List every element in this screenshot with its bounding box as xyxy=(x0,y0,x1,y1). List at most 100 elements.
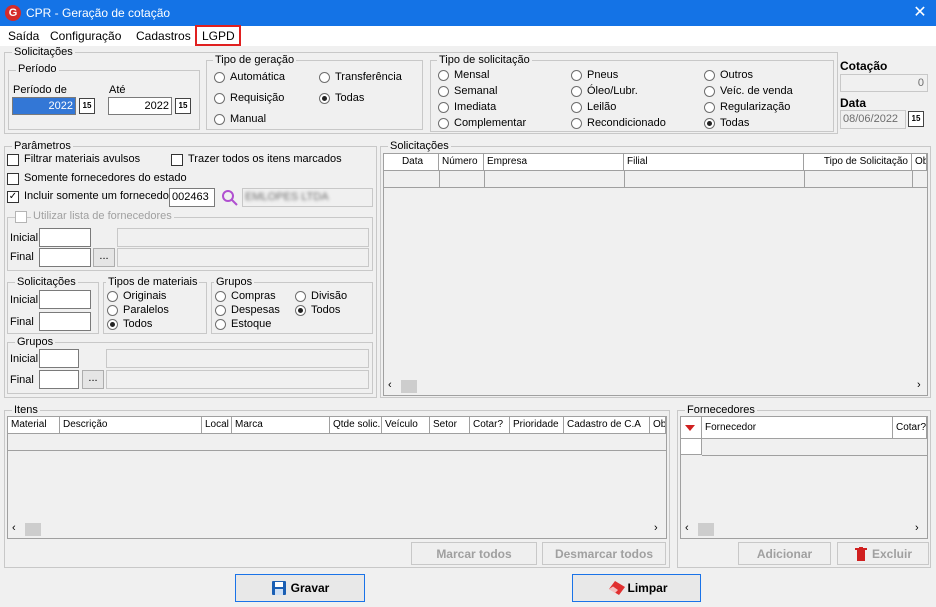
radio-recondicionado[interactable] xyxy=(571,118,582,129)
radio-leilao[interactable] xyxy=(571,102,582,113)
filtrar-avulsos-checkbox[interactable] xyxy=(7,154,19,166)
col-cotar-forn[interactable]: Cotar? xyxy=(893,417,927,439)
itens-hscrollbar[interactable]: ‹ › xyxy=(8,521,666,538)
itens-table[interactable]: Material Descrição Local Marca Qtde soli… xyxy=(7,416,667,539)
incluir-fornecedor-checkbox[interactable]: ✓ xyxy=(7,191,19,203)
menu-saida[interactable]: Saída xyxy=(8,29,39,43)
col-tipo-solicitacao[interactable]: Tipo de Solicitação xyxy=(804,154,912,171)
col-local[interactable]: Local xyxy=(202,417,232,434)
radio-regularizacao[interactable] xyxy=(704,102,715,113)
radio-todas-solicitacao[interactable] xyxy=(704,118,715,129)
save-icon xyxy=(272,581,286,595)
radio-todas-geracao[interactable] xyxy=(319,93,330,104)
col-marca[interactable]: Marca xyxy=(232,417,330,434)
requisicao-label: Requisição xyxy=(230,92,285,104)
menu-cadastros[interactable]: Cadastros xyxy=(136,29,191,43)
col-cotar[interactable]: Cotar? xyxy=(470,417,510,434)
periodo-de-label: Período de xyxy=(13,84,67,96)
radio-divisao[interactable] xyxy=(295,291,306,302)
lista-final-input[interactable] xyxy=(39,248,91,267)
lista-final-browse-button[interactable]: ... xyxy=(93,248,115,267)
radio-veic-venda[interactable] xyxy=(704,86,715,97)
col-qtde[interactable]: Qtde solic. xyxy=(330,417,382,434)
excluir-button[interactable]: Excluir xyxy=(837,542,929,565)
col-ob[interactable]: Ob xyxy=(650,417,666,434)
radio-semanal[interactable] xyxy=(438,86,449,97)
radio-todos-grupos[interactable] xyxy=(295,305,306,316)
recondicionado-label: Recondicionado xyxy=(587,117,666,129)
radio-originais[interactable] xyxy=(107,291,118,302)
ate-calendar-icon[interactable]: 15 xyxy=(175,98,191,114)
col-veiculo[interactable]: Veículo xyxy=(382,417,430,434)
col-ob[interactable]: Ob xyxy=(912,154,927,171)
radio-todos-materiais[interactable] xyxy=(107,319,118,330)
periodo-de-calendar-icon[interactable]: 15 xyxy=(79,98,95,114)
gravar-button[interactable]: Gravar xyxy=(235,574,365,602)
col-prioridade[interactable]: Prioridade xyxy=(510,417,564,434)
scroll-right-icon[interactable]: › xyxy=(917,379,921,391)
marcar-todos-button[interactable]: Marcar todos xyxy=(411,542,537,565)
solicitacoes-hscrollbar[interactable]: ‹ › xyxy=(384,378,927,395)
radio-automatica[interactable] xyxy=(214,72,225,83)
trazer-marcados-checkbox[interactable] xyxy=(171,154,183,166)
col-numero[interactable]: Número xyxy=(439,154,484,171)
data-calendar-icon[interactable]: 15 xyxy=(908,111,924,127)
radio-pneus[interactable] xyxy=(571,70,582,81)
row-indicator[interactable] xyxy=(681,439,702,455)
solic-inicial-input[interactable] xyxy=(39,290,91,309)
radio-compras[interactable] xyxy=(215,291,226,302)
radio-despesas[interactable] xyxy=(215,305,226,316)
lista-inicial-input[interactable] xyxy=(39,228,91,247)
close-icon[interactable]: ✕ xyxy=(908,3,932,23)
solicitacoes-table[interactable]: Data Número Empresa Filial Tipo de Solic… xyxy=(383,153,928,396)
scroll-thumb[interactable] xyxy=(698,523,714,536)
ate-input[interactable]: 2022 xyxy=(108,97,172,115)
utilizar-lista-label: Utilizar lista de fornecedores xyxy=(31,210,174,222)
radio-imediata[interactable] xyxy=(438,102,449,113)
radio-paralelos[interactable] xyxy=(107,305,118,316)
scroll-right-icon[interactable]: › xyxy=(915,522,919,534)
radio-outros[interactable] xyxy=(704,70,715,81)
desmarcar-todos-button[interactable]: Desmarcar todos xyxy=(542,542,666,565)
radio-estoque[interactable] xyxy=(215,319,226,330)
radio-requisicao[interactable] xyxy=(214,93,225,104)
col-data[interactable]: Data xyxy=(384,154,439,171)
somente-estado-checkbox[interactable] xyxy=(7,173,19,185)
limpar-button[interactable]: Limpar xyxy=(572,574,701,602)
utilizar-lista-checkbox[interactable] xyxy=(15,211,27,223)
cotacao-input: 0 xyxy=(840,74,928,92)
radio-mensal[interactable] xyxy=(438,70,449,81)
grupos-final-input[interactable] xyxy=(39,370,79,389)
fornecedores-hscrollbar[interactable]: ‹ › xyxy=(681,521,927,538)
sort-down-icon xyxy=(685,425,695,431)
col-indicator[interactable] xyxy=(681,417,702,439)
tipos-materiais-title: Tipos de materiais xyxy=(106,276,200,288)
scroll-left-icon[interactable]: ‹ xyxy=(685,522,689,534)
scroll-left-icon[interactable]: ‹ xyxy=(12,522,16,534)
fornecedores-table[interactable]: Fornecedor Cotar? ‹ › xyxy=(680,416,928,539)
scroll-thumb[interactable] xyxy=(401,380,417,393)
radio-oleo[interactable] xyxy=(571,86,582,97)
transferencia-label: Transferência xyxy=(335,71,402,83)
adicionar-button[interactable]: Adicionar xyxy=(738,542,831,565)
radio-manual[interactable] xyxy=(214,114,225,125)
periodo-de-input[interactable]: 2022 xyxy=(12,97,76,115)
grupos-final-browse-button[interactable]: ... xyxy=(82,370,104,389)
col-filial[interactable]: Filial xyxy=(624,154,804,171)
scroll-thumb[interactable] xyxy=(25,523,41,536)
radio-complementar[interactable] xyxy=(438,118,449,129)
col-descricao[interactable]: Descrição xyxy=(60,417,202,434)
col-empresa[interactable]: Empresa xyxy=(484,154,624,171)
scroll-left-icon[interactable]: ‹ xyxy=(388,379,392,391)
solic-final-input[interactable] xyxy=(39,312,91,331)
col-fornecedor[interactable]: Fornecedor xyxy=(702,417,893,439)
col-material[interactable]: Material xyxy=(8,417,60,434)
search-icon[interactable] xyxy=(221,189,239,207)
grupos-inicial-input[interactable] xyxy=(39,349,79,368)
col-setor[interactable]: Setor xyxy=(430,417,470,434)
col-cadastro-ca[interactable]: Cadastro de C.A xyxy=(564,417,650,434)
scroll-right-icon[interactable]: › xyxy=(654,522,658,534)
fornecedor-code-input[interactable]: 002463 xyxy=(169,188,215,207)
radio-transferencia[interactable] xyxy=(319,72,330,83)
menu-configuracao[interactable]: Configuração xyxy=(50,29,121,43)
